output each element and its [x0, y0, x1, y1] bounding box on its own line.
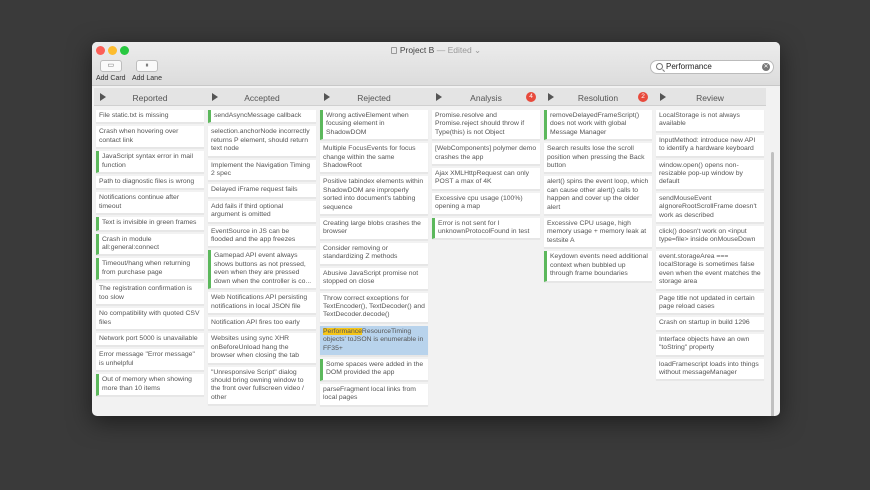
- card[interactable]: Interface objects have an own "toString"…: [656, 333, 764, 356]
- lane-header[interactable]: Review: [654, 88, 766, 106]
- card[interactable]: The registration confirmation is too slo…: [96, 283, 204, 306]
- card[interactable]: Timeout/hang when returning from purchas…: [96, 258, 204, 281]
- card-list: Wrong activeElement when focusing elemen…: [320, 110, 428, 409]
- add-card-label: Add Card: [96, 75, 126, 82]
- card[interactable]: Out of memory when showing more than 10 …: [96, 374, 204, 396]
- card-list: LocalStorage is not always available Inpu…: [656, 110, 764, 383]
- card[interactable]: Page title not updated in certain page r…: [656, 292, 764, 315]
- card[interactable]: Web Notifications API persisting notific…: [208, 292, 316, 314]
- card[interactable]: window.open() opens non-resizable pop-up…: [656, 159, 764, 190]
- add-lane-label: Add Lane: [132, 75, 162, 82]
- card-list: File static.txt is missing Crash when hov…: [96, 110, 204, 399]
- document-icon: [390, 47, 397, 54]
- card[interactable]: Excessive CPU usage, high memory usage +…: [544, 218, 652, 249]
- search-highlight: Performance: [323, 327, 362, 335]
- lane-resolution: Resolution 2 removeDelayedFrameScript() do…: [542, 86, 654, 410]
- window-title-text: Project B: [399, 45, 435, 55]
- title-bar: Project B — Edited ⌄ ▭ Add Card ⏸ Add La…: [92, 42, 780, 86]
- edited-status: — Edited: [436, 45, 472, 55]
- app-window: Project B — Edited ⌄ ▭ Add Card ⏸ Add La…: [92, 42, 780, 416]
- card[interactable]: sendAsyncMessage callback: [208, 110, 316, 124]
- count-badge: 4: [526, 92, 536, 102]
- card[interactable]: Creating large blobs crashes the browser: [320, 218, 428, 240]
- card[interactable]: Websites using sync XHR onBeforeUnload h…: [208, 333, 316, 364]
- card[interactable]: Crash in module all:general:connect: [96, 233, 204, 256]
- chevron-down-icon[interactable]: ⌄: [474, 45, 481, 55]
- card-list: Promise.resolve and Promise.reject shoul…: [432, 110, 540, 242]
- card[interactable]: Promise.resolve and Promise.reject shoul…: [432, 110, 540, 141]
- card[interactable]: Notification API fires too early: [208, 316, 316, 331]
- clear-search-icon[interactable]: ✕: [762, 63, 770, 71]
- lane-title: Reported: [132, 93, 168, 103]
- card[interactable]: Wrong activeElement when focusing elemen…: [320, 110, 428, 141]
- window-title[interactable]: Project B — Edited ⌄: [92, 45, 780, 56]
- card[interactable]: Implement the Navigation Timing 2 spec: [208, 159, 316, 182]
- card[interactable]: Delayed iFrame request fails: [208, 184, 316, 198]
- card[interactable]: Gamepad API event always shows buttons a…: [208, 250, 316, 290]
- lane-reported: Reported File static.txt is missing Crash …: [94, 86, 206, 410]
- count-badge: 2: [638, 92, 648, 102]
- lane-title: Rejected: [357, 93, 391, 103]
- search-icon: [656, 63, 663, 70]
- add-lane-button[interactable]: ⏸ Add Lane: [132, 60, 162, 82]
- search-field[interactable]: Performance ✕: [650, 60, 774, 74]
- add-card-icon: ▭: [99, 60, 122, 72]
- card[interactable]: Some spaces were added in the DOM provid…: [320, 358, 428, 381]
- card[interactable]: Text is invisible in green frames: [96, 217, 204, 231]
- lane-header[interactable]: Reported: [94, 88, 206, 106]
- card[interactable]: JavaScript syntax error in mail function: [96, 151, 204, 174]
- card[interactable]: event.storageArea === localStorage is so…: [656, 250, 764, 290]
- card[interactable]: InputMethod: introduce new API to identi…: [656, 134, 764, 157]
- card[interactable]: Positive tabindex elements within Shadow…: [320, 176, 428, 216]
- card[interactable]: Abusive JavaScript promise not stopped o…: [320, 267, 428, 290]
- card[interactable]: File static.txt is missing: [96, 110, 204, 124]
- card[interactable]: Crash on startup in build 1296: [656, 317, 764, 331]
- card[interactable]: "Unresponsive Script" dialog should brin…: [208, 366, 316, 406]
- card[interactable]: EventSource in JS can be flooded and the…: [208, 225, 316, 248]
- card[interactable]: Error message "Error message" is unhelpf…: [96, 349, 204, 372]
- card[interactable]: parseFragment local links from local pag…: [320, 383, 428, 406]
- card-list: removeDelayedFrameScript() does not work…: [544, 110, 652, 285]
- card[interactable]: Add fails if third optional argument is …: [208, 200, 316, 223]
- kanban-board: Reported File static.txt is missing Crash …: [92, 86, 780, 410]
- card[interactable]: loadFramescript loads into things withou…: [656, 358, 764, 381]
- card[interactable]: Path to diagnostic files is wrong: [96, 176, 204, 190]
- add-card-button[interactable]: ▭ Add Card: [96, 60, 126, 82]
- lane-header[interactable]: Rejected: [318, 88, 430, 106]
- card[interactable]: sendMouseEvent aIgnoreRootScrollFrame do…: [656, 192, 764, 224]
- card[interactable]: LocalStorage is not always available: [656, 110, 764, 132]
- card[interactable]: Network port 5000 is unavailable: [96, 332, 204, 347]
- card[interactable]: selection.anchorNode incorrectly returns…: [208, 126, 316, 157]
- vertical-scrollbar[interactable]: [771, 152, 774, 416]
- card[interactable]: Crash when hovering over contact link: [96, 126, 204, 149]
- card[interactable]: Excessive cpu usage (100%) opening a map: [432, 192, 540, 215]
- lane-header[interactable]: Resolution 2: [542, 88, 654, 106]
- card[interactable]: Search results lose the scroll position …: [544, 143, 652, 174]
- lane-review: Review LocalStorage is not always availab…: [654, 86, 766, 410]
- lane-analysis: Analysis 4 Promise.resolve and Promise.rej…: [430, 86, 542, 410]
- lane-title: Review: [696, 93, 724, 103]
- search-input[interactable]: Performance: [666, 62, 712, 71]
- lane-header[interactable]: Accepted: [206, 88, 318, 106]
- lane-header[interactable]: Analysis 4: [430, 88, 542, 106]
- card[interactable]: Multiple FocusEvents for focus change wi…: [320, 143, 428, 174]
- card-list: sendAsyncMessage callback selection.ancho…: [208, 110, 316, 408]
- add-lane-icon: ⏸: [135, 60, 158, 72]
- lane-title: Accepted: [244, 93, 280, 103]
- card[interactable]: Consider removing or standardizing Z met…: [320, 242, 428, 265]
- card[interactable]: Throw correct exceptions for TextEncoder…: [320, 292, 428, 323]
- card[interactable]: Notifications continue after timeout: [96, 192, 204, 215]
- lane-accepted: Accepted sendAsyncMessage callback selecti…: [206, 86, 318, 410]
- card[interactable]: Keydown events need additional context w…: [544, 251, 652, 282]
- card[interactable]: removeDelayedFrameScript() does not work…: [544, 110, 652, 141]
- card[interactable]: click() doesn't work on <input type=file…: [656, 226, 764, 248]
- card[interactable]: PerformanceResourceTiming objects' toJSO…: [320, 325, 428, 356]
- card[interactable]: Error is not sent for I unknownProtocolF…: [432, 217, 540, 240]
- lane-rejected: Rejected Wrong activeElement when focusin…: [318, 86, 430, 410]
- card[interactable]: Ajax XMLHttpRequest can only POST a max …: [432, 168, 540, 190]
- card[interactable]: [WebComponents] polymer demo crashes the…: [432, 143, 540, 166]
- card[interactable]: alert() spins the event loop, which can …: [544, 176, 652, 216]
- card[interactable]: No compatibility with quoted CSV files: [96, 308, 204, 330]
